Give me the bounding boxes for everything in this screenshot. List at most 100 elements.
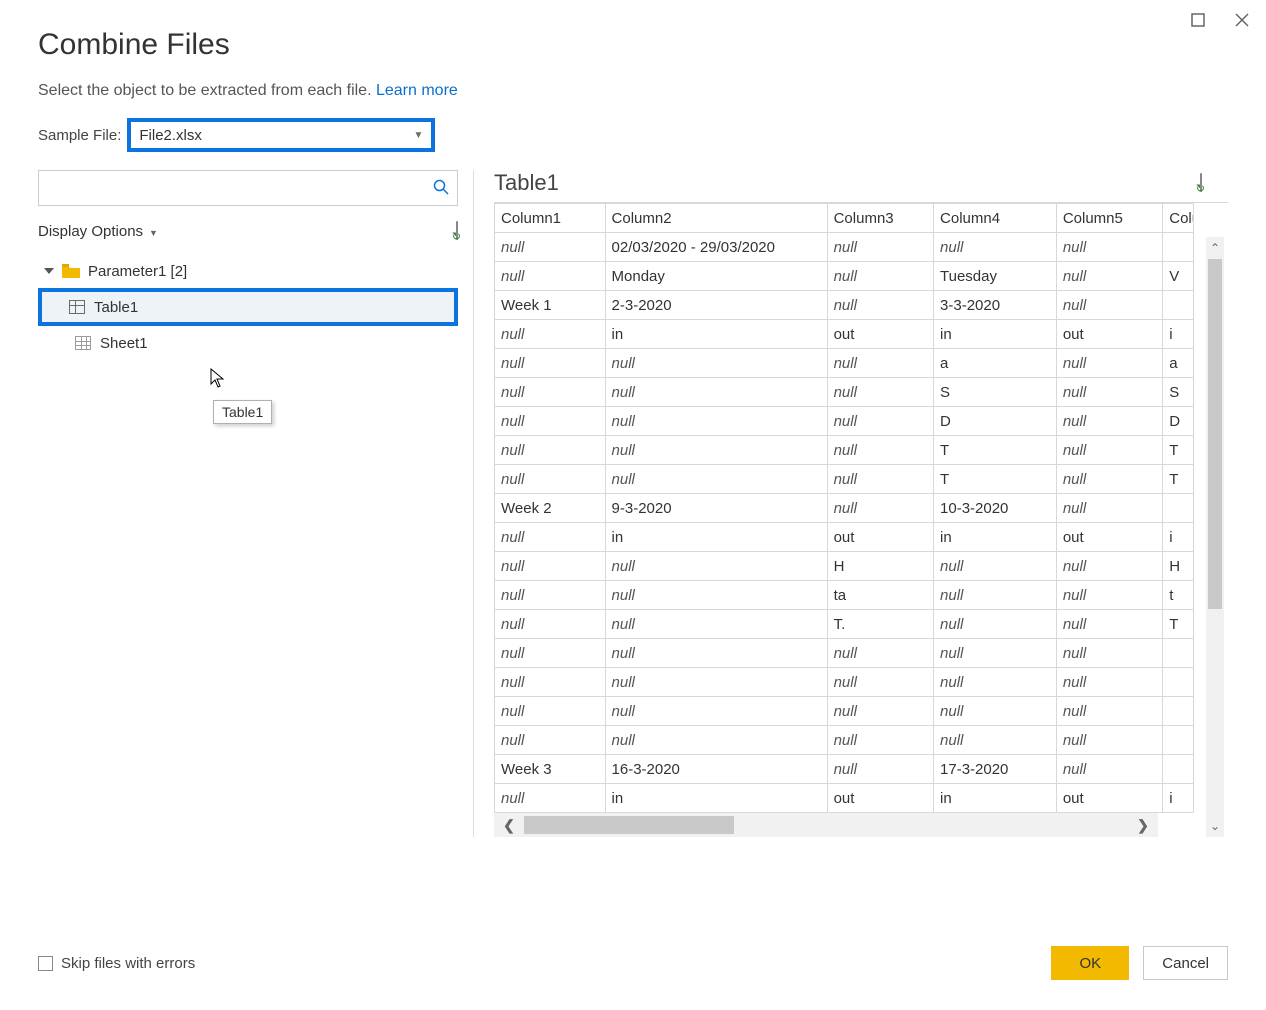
table-cell[interactable]: null (827, 291, 933, 320)
table-cell[interactable]: null (934, 639, 1057, 668)
display-options-menu[interactable]: Display Options ▼ (38, 223, 158, 240)
table-cell[interactable]: null (1056, 436, 1162, 465)
scrollbar-thumb[interactable] (1208, 259, 1222, 609)
table-cell[interactable]: null (605, 639, 827, 668)
table-cell[interactable]: Week 2 (495, 494, 606, 523)
table-row[interactable]: null02/03/2020 - 29/03/2020nullnullnull (495, 233, 1194, 262)
column-header[interactable]: Column1 (495, 204, 606, 233)
table-cell[interactable]: null (495, 233, 606, 262)
table-row[interactable]: nullinoutinouti (495, 784, 1194, 813)
table-cell[interactable]: null (1056, 552, 1162, 581)
cancel-button[interactable]: Cancel (1143, 946, 1228, 980)
table-cell[interactable] (1163, 639, 1194, 668)
table-cell[interactable]: T (934, 465, 1057, 494)
expand-collapse-icon[interactable] (44, 268, 54, 274)
table-row[interactable]: nullnullnullSnullS (495, 378, 1194, 407)
tree-node-sheet1[interactable]: Sheet1 (38, 326, 458, 360)
search-input[interactable] (49, 180, 423, 197)
table-cell[interactable]: V (1163, 262, 1194, 291)
table-cell[interactable]: null (605, 668, 827, 697)
table-cell[interactable]: out (827, 784, 933, 813)
table-cell[interactable]: i (1163, 320, 1194, 349)
close-icon[interactable] (1230, 8, 1254, 32)
table-cell[interactable]: in (605, 320, 827, 349)
table-cell[interactable]: null (495, 349, 606, 378)
table-cell[interactable]: T (934, 436, 1057, 465)
table-cell[interactable]: null (495, 465, 606, 494)
table-cell[interactable]: null (605, 465, 827, 494)
table-cell[interactable]: null (605, 726, 827, 755)
table-row[interactable]: nullnullnullnullnull (495, 726, 1194, 755)
table-cell[interactable] (1163, 697, 1194, 726)
table-cell[interactable]: null (827, 378, 933, 407)
table-cell[interactable]: 16-3-2020 (605, 755, 827, 784)
learn-more-link[interactable]: Learn more (376, 82, 458, 99)
table-cell[interactable]: null (495, 320, 606, 349)
table-cell[interactable]: Tuesday (934, 262, 1057, 291)
scroll-up-icon[interactable]: ⌃ (1206, 237, 1224, 259)
table-cell[interactable]: null (827, 465, 933, 494)
table-cell[interactable]: null (1056, 639, 1162, 668)
scrollbar-thumb[interactable] (524, 816, 734, 834)
table-cell[interactable]: null (934, 552, 1057, 581)
table-cell[interactable]: null (495, 668, 606, 697)
table-cell[interactable]: null (1056, 610, 1162, 639)
table-cell[interactable]: null (1056, 465, 1162, 494)
table-cell[interactable]: null (605, 436, 827, 465)
table-cell[interactable] (1163, 755, 1194, 784)
table-cell[interactable]: null (495, 697, 606, 726)
table-row[interactable]: nullnulltanullnullt (495, 581, 1194, 610)
tree-root-node[interactable]: Parameter1 [2] (38, 254, 458, 288)
table-cell[interactable]: null (827, 639, 933, 668)
table-row[interactable]: nullnullnullTnullT (495, 436, 1194, 465)
scroll-left-icon[interactable]: ❮ (494, 813, 524, 837)
column-header[interactable]: Column2 (605, 204, 827, 233)
table-cell[interactable]: null (934, 610, 1057, 639)
table-cell[interactable]: null (605, 349, 827, 378)
table-cell[interactable]: null (495, 436, 606, 465)
table-cell[interactable]: null (934, 726, 1057, 755)
table-cell[interactable] (1163, 233, 1194, 262)
table-cell[interactable]: null (827, 407, 933, 436)
maximize-icon[interactable] (1186, 8, 1210, 32)
table-cell[interactable]: S (1163, 378, 1194, 407)
table-cell[interactable] (1163, 494, 1194, 523)
table-cell[interactable]: null (1056, 581, 1162, 610)
table-row[interactable]: Week 316-3-2020null17-3-2020null (495, 755, 1194, 784)
table-cell[interactable] (1163, 668, 1194, 697)
table-cell[interactable]: null (495, 407, 606, 436)
column-header[interactable]: Column3 (827, 204, 933, 233)
table-cell[interactable]: null (1056, 349, 1162, 378)
table-row[interactable]: nullnullnullnullnull (495, 668, 1194, 697)
table-cell[interactable]: in (605, 784, 827, 813)
table-row[interactable]: nullnullnullDnullD (495, 407, 1194, 436)
table-cell[interactable]: in (934, 523, 1057, 552)
table-cell[interactable]: 17-3-2020 (934, 755, 1057, 784)
table-row[interactable]: nullMondaynullTuesdaynullV (495, 262, 1194, 291)
table-cell[interactable]: null (827, 262, 933, 291)
table-row[interactable]: nullnullT.nullnullT (495, 610, 1194, 639)
table-cell[interactable]: null (827, 436, 933, 465)
table-cell[interactable]: i (1163, 523, 1194, 552)
table-cell[interactable]: T (1163, 465, 1194, 494)
table-cell[interactable]: Monday (605, 262, 827, 291)
table-cell[interactable]: in (934, 320, 1057, 349)
table-cell[interactable]: T (1163, 436, 1194, 465)
table-cell[interactable]: null (495, 262, 606, 291)
table-cell[interactable]: D (1163, 407, 1194, 436)
tree-node-table1[interactable]: Table1 (38, 288, 458, 326)
table-cell[interactable]: null (605, 610, 827, 639)
table-cell[interactable]: null (495, 378, 606, 407)
sample-file-dropdown[interactable]: File2.xlsx ▼ (127, 118, 435, 152)
table-cell[interactable] (1163, 291, 1194, 320)
table-cell[interactable]: null (1056, 494, 1162, 523)
table-cell[interactable]: null (1056, 668, 1162, 697)
table-cell[interactable]: in (605, 523, 827, 552)
skip-files-checkbox[interactable] (38, 956, 53, 971)
table-cell[interactable]: Week 3 (495, 755, 606, 784)
search-icon[interactable] (433, 179, 449, 199)
table-cell[interactable] (1163, 726, 1194, 755)
table-cell[interactable]: null (934, 581, 1057, 610)
table-cell[interactable]: 3-3-2020 (934, 291, 1057, 320)
table-cell[interactable]: null (495, 523, 606, 552)
